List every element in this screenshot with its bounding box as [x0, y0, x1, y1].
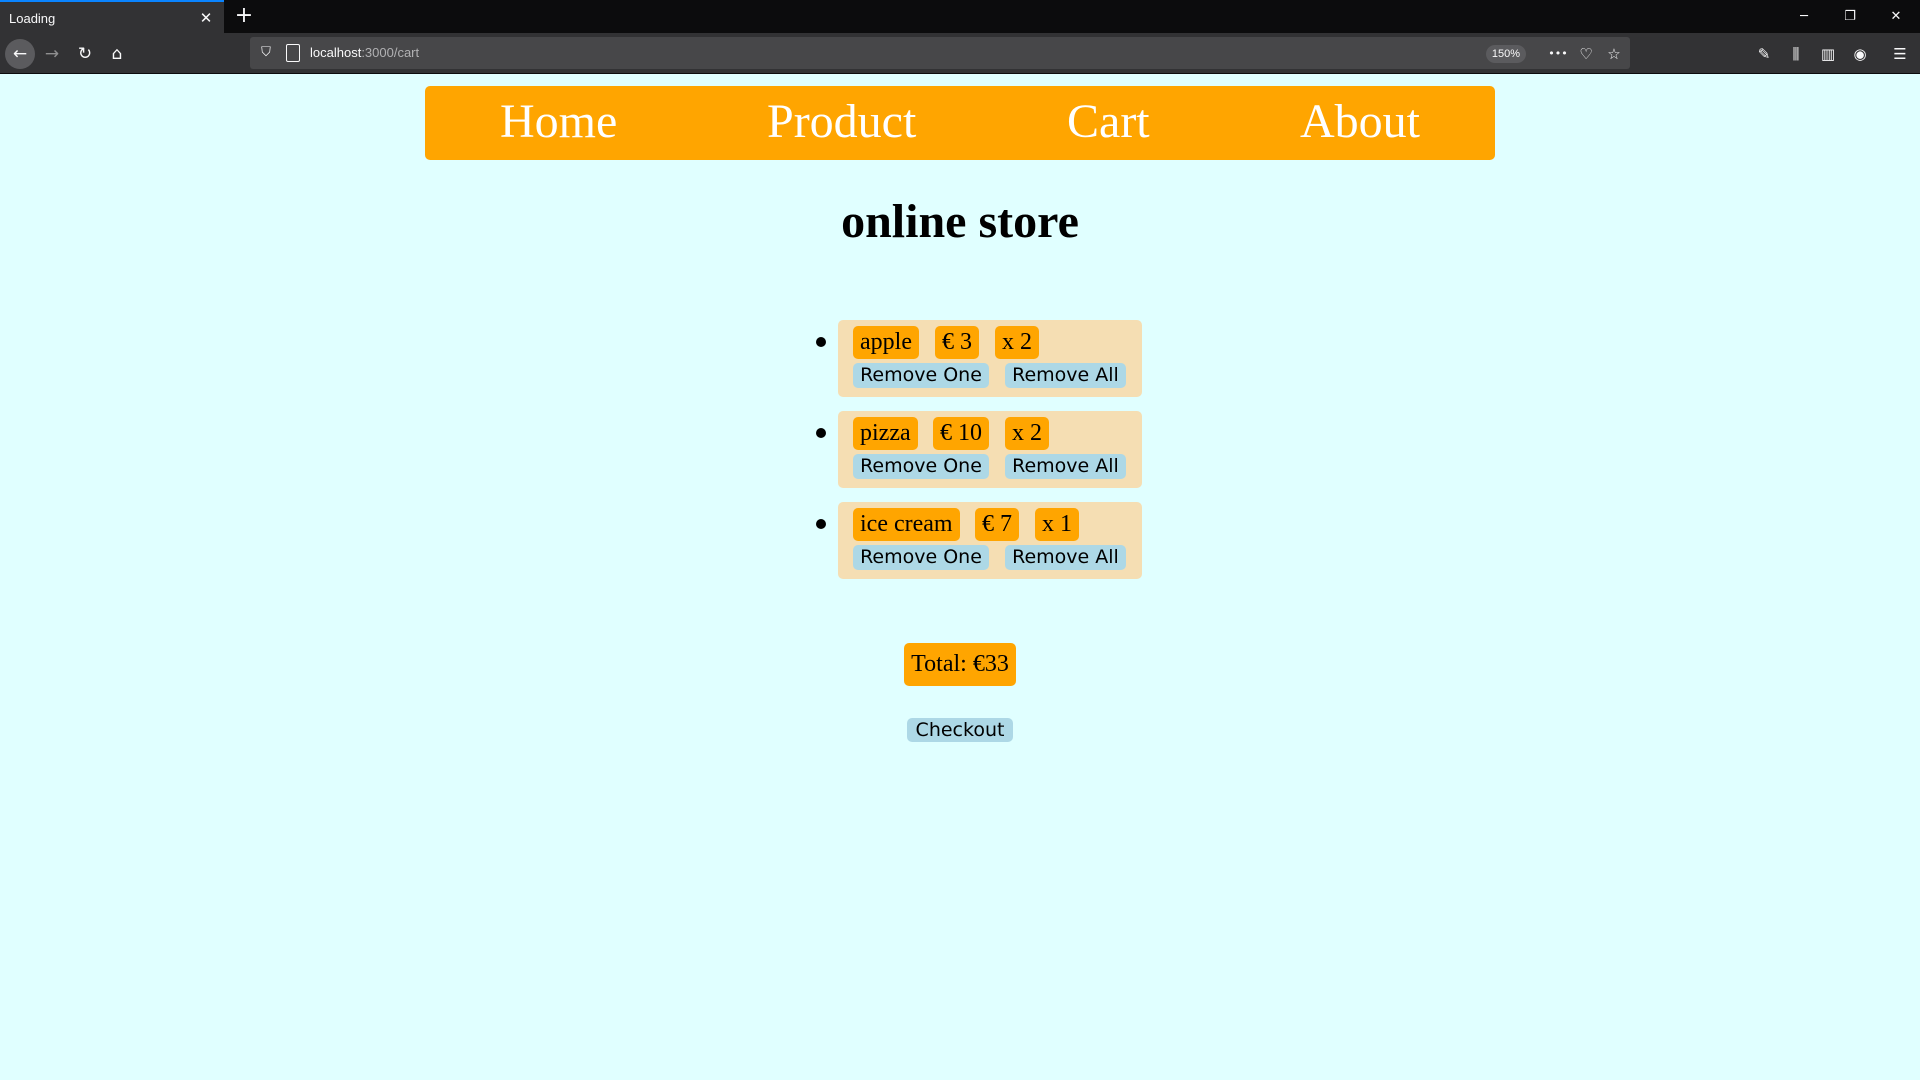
menu-icon[interactable]: ☰ [1888, 43, 1912, 65]
nav-link-about[interactable]: About [1300, 96, 1420, 148]
remove-one-button[interactable]: Remove One [853, 363, 989, 388]
tab-close-icon[interactable]: ✕ [196, 8, 216, 28]
url-host: localhost [310, 45, 362, 60]
nav-link-cart[interactable]: Cart [1067, 96, 1150, 148]
item-name: pizza [853, 417, 918, 450]
back-arrow-icon[interactable]: ← [5, 39, 35, 69]
shield-icon[interactable]: ⛉ [258, 44, 274, 62]
new-tab-icon[interactable]: + [231, 3, 257, 29]
address-bar[interactable]: ⛉ localhost:3000/cart 150% ••• ♡ ☆ [250, 37, 1630, 69]
item-price: € 10 [933, 417, 989, 450]
nav-link-product[interactable]: Product [767, 96, 916, 148]
checkout-button[interactable]: Checkout [907, 718, 1013, 742]
restore-icon[interactable]: ❐ [1827, 0, 1873, 33]
page-title: online store [841, 195, 1079, 248]
tab-title: Loading [9, 11, 56, 26]
library-icon[interactable]: ⫼ [1784, 43, 1808, 65]
list-bullet [816, 428, 826, 438]
reload-icon[interactable]: ↻ [70, 39, 100, 69]
site-navigation: Home Product Cart About [425, 86, 1495, 160]
browser-tab[interactable]: Loading ✕ [0, 0, 224, 33]
nav-link-home[interactable]: Home [500, 96, 617, 148]
page-info-icon[interactable] [286, 44, 300, 62]
remove-one-button[interactable]: Remove One [853, 545, 989, 570]
remove-all-button[interactable]: Remove All [1005, 545, 1126, 570]
page-actions-icon[interactable]: ••• [1546, 44, 1570, 64]
item-quantity: x 1 [1035, 508, 1079, 541]
forward-arrow-icon[interactable]: → [37, 39, 67, 69]
list-bullet [816, 337, 826, 347]
remove-all-button[interactable]: Remove All [1005, 363, 1126, 388]
cart-total: Total: €33 [904, 643, 1016, 686]
developer-tools-icon[interactable]: ✎ [1752, 43, 1776, 65]
remove-all-button[interactable]: Remove All [1005, 454, 1126, 479]
item-quantity: x 2 [995, 326, 1039, 359]
pocket-icon[interactable]: ♡ [1574, 44, 1598, 64]
browser-tab-bar: Loading ✕ + ─ ❐ ✕ [0, 0, 1920, 33]
sidebar-icon[interactable]: ▥ [1816, 43, 1840, 65]
account-icon[interactable]: ◉ [1848, 43, 1872, 65]
list-bullet [816, 519, 826, 529]
bookmark-star-icon[interactable]: ☆ [1602, 44, 1626, 64]
url-path: :3000/cart [361, 45, 420, 60]
cart-item: ice cream € 7 x 1 Remove One Remove All [838, 502, 1142, 579]
cart-item: apple € 3 x 2 Remove One Remove All [838, 320, 1142, 397]
item-quantity: x 2 [1005, 417, 1049, 450]
item-price: € 3 [935, 326, 979, 359]
remove-one-button[interactable]: Remove One [853, 454, 989, 479]
item-name: ice cream [853, 508, 960, 541]
browser-nav-bar: ← → ↻ ⌂ ⛉ localhost:3000/cart 150% ••• ♡… [0, 33, 1920, 74]
zoom-level-badge[interactable]: 150% [1486, 45, 1526, 63]
window-close-icon[interactable]: ✕ [1873, 0, 1919, 33]
cart-item: pizza € 10 x 2 Remove One Remove All [838, 411, 1142, 488]
item-name: apple [853, 326, 919, 359]
home-icon[interactable]: ⌂ [102, 39, 132, 69]
minimize-icon[interactable]: ─ [1781, 0, 1827, 33]
item-price: € 7 [975, 508, 1019, 541]
url-text[interactable]: localhost:3000/cart [310, 44, 419, 62]
